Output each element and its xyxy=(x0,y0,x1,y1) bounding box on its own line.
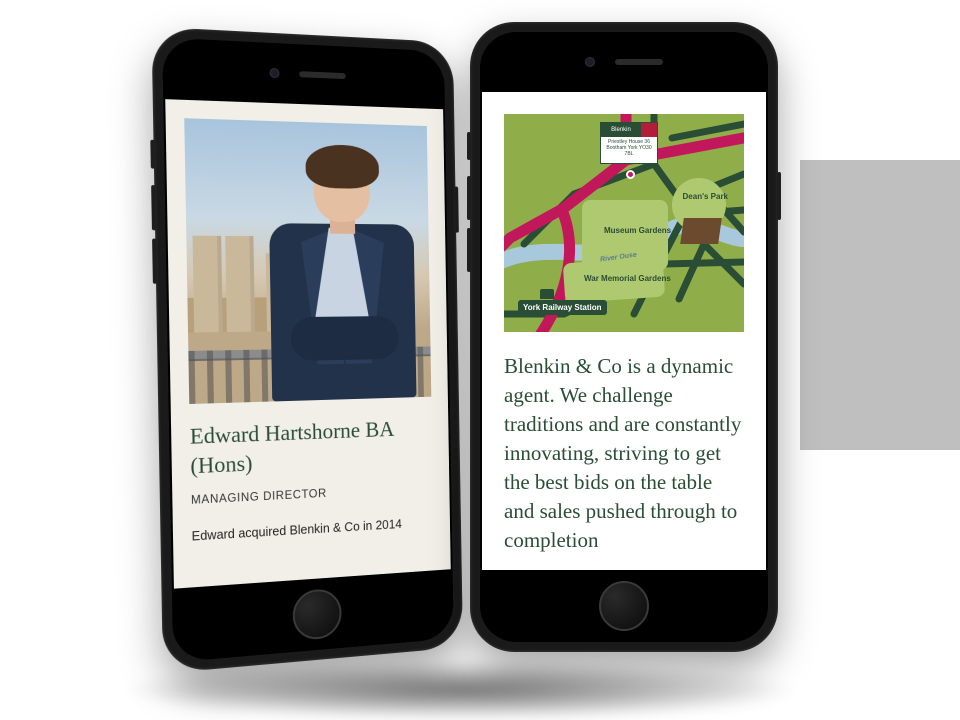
earpiece-speaker xyxy=(615,59,663,65)
map-address-callout[interactable]: Blenkin Priestley House 36 Bootham York … xyxy=(600,122,658,164)
about-card: Blenkin Priestley House 36 Bootham York … xyxy=(482,92,766,570)
location-map[interactable]: Blenkin Priestley House 36 Bootham York … xyxy=(504,114,744,332)
person-portrait xyxy=(262,141,419,402)
map-label-station: York Railway Station xyxy=(518,300,607,315)
profile-role: MANAGING DIRECTOR xyxy=(191,483,433,507)
phone-top-bezel xyxy=(162,37,445,109)
phone-mockup-right: Blenkin Priestley House 36 Bootham York … xyxy=(470,22,778,652)
volume-down-button xyxy=(152,239,157,284)
mute-switch xyxy=(150,140,155,169)
map-address-text: Priestley House 36 Bootham York YO30 7BL xyxy=(601,137,657,163)
power-button xyxy=(454,187,458,233)
volume-down-button xyxy=(467,228,471,272)
brand-logo-accent xyxy=(641,123,657,137)
map-label-deans-park: Dean's Park xyxy=(683,192,728,201)
map-minster-icon xyxy=(680,218,722,244)
home-button[interactable] xyxy=(599,581,649,631)
brand-logo-text: Blenkin xyxy=(601,123,641,137)
phone-screen-left[interactable]: Edward Hartshorne BA (Hons) MANAGING DIR… xyxy=(165,99,450,589)
profile-bio: Edward acquired Blenkin & Co in 2014 xyxy=(192,516,434,544)
team-member-card: Edward Hartshorne BA (Hons) MANAGING DIR… xyxy=(165,99,450,589)
phone-bottom-bezel xyxy=(480,570,768,642)
profile-name: Edward Hartshorne BA (Hons) xyxy=(190,414,433,481)
map-pin-icon xyxy=(626,170,635,179)
side-gray-panel xyxy=(800,160,960,450)
phone-screen-right[interactable]: Blenkin Priestley House 36 Bootham York … xyxy=(482,92,766,570)
earpiece-speaker xyxy=(299,71,346,79)
map-label-war-memorial: War Memorial Gardens xyxy=(584,274,671,283)
phones-shadow xyxy=(120,660,800,720)
home-button[interactable] xyxy=(292,588,342,641)
volume-up-button xyxy=(467,176,471,220)
about-company-text: Blenkin & Co is a dynamic agent. We chal… xyxy=(504,352,744,555)
front-camera-icon xyxy=(585,57,595,67)
phone-top-bezel xyxy=(480,32,768,92)
front-camera-icon xyxy=(269,68,279,78)
phone-body: Blenkin Priestley House 36 Bootham York … xyxy=(480,32,768,642)
phone-body: Edward Hartshorne BA (Hons) MANAGING DIR… xyxy=(162,37,454,662)
phone-mockup-left: Edward Hartshorne BA (Hons) MANAGING DIR… xyxy=(151,27,463,674)
profile-photo xyxy=(184,118,431,404)
mute-switch xyxy=(467,132,471,160)
map-label-museum-gardens: Museum Gardens xyxy=(604,226,671,235)
power-button xyxy=(777,172,781,220)
train-station-icon xyxy=(540,289,554,299)
volume-up-button xyxy=(151,185,156,230)
